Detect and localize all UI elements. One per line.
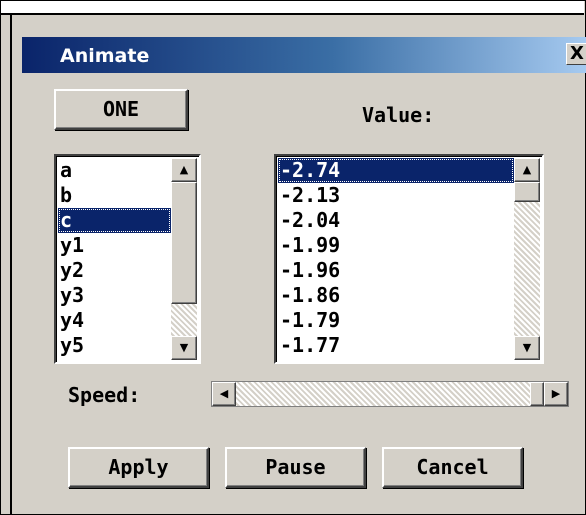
scroll-up-arrow-icon[interactable]: ▲ — [514, 158, 540, 182]
value-list: -2.74 -2.13 -2.04 -1.99 -1.96 -1.86 -1.79 -1.77 — [278, 158, 514, 358]
variable-list: a b c y1 y2 y3 y4 y5 — [58, 158, 171, 358]
speed-thumb[interactable] — [530, 382, 544, 406]
window-title: Animate — [60, 45, 150, 67]
scroll-thumb[interactable] — [171, 182, 197, 304]
scroll-thumb[interactable] — [514, 182, 540, 202]
scroll-up-arrow-icon[interactable]: ▲ — [171, 158, 197, 182]
list-item[interactable]: -2.74 — [278, 158, 514, 183]
cancel-button[interactable]: Cancel — [382, 447, 523, 488]
variable-listbox[interactable]: a b c y1 y2 y3 y4 y5 ▲ ▼ — [54, 154, 201, 364]
top-bar — [1, 1, 584, 15]
apply-button[interactable]: Apply — [68, 447, 209, 488]
list-item[interactable]: -1.99 — [278, 233, 514, 258]
list-item[interactable]: y3 — [58, 283, 171, 308]
list-item[interactable]: y1 — [58, 233, 171, 258]
list-item[interactable]: b — [58, 183, 171, 208]
list-item[interactable]: -1.77 — [278, 333, 514, 358]
scroll-down-arrow-icon[interactable]: ▼ — [171, 336, 197, 360]
list-item[interactable]: y5 — [58, 333, 171, 358]
speed-slider[interactable]: ◀ ▶ — [211, 381, 569, 407]
list-item[interactable]: -1.79 — [278, 308, 514, 333]
list-item[interactable]: y4 — [58, 308, 171, 333]
value-scrollbar[interactable]: ▲ ▼ — [514, 158, 540, 360]
list-item[interactable]: -2.04 — [278, 208, 514, 233]
list-item[interactable]: -1.86 — [278, 283, 514, 308]
scroll-down-arrow-icon[interactable]: ▼ — [514, 336, 540, 360]
speed-label: Speed: — [68, 383, 141, 407]
value-listbox[interactable]: -2.74 -2.13 -2.04 -1.99 -1.96 -1.86 -1.79 -1.77… — [274, 154, 544, 364]
value-label: Value: — [362, 103, 435, 127]
list-item[interactable]: y2 — [58, 258, 171, 283]
list-item[interactable]: c — [58, 208, 171, 233]
list-item[interactable]: -2.13 — [278, 183, 514, 208]
left-divider — [10, 15, 12, 515]
title-bar[interactable]: Animate X — [22, 37, 586, 73]
close-button[interactable]: X — [566, 43, 586, 65]
scroll-right-arrow-icon[interactable]: ▶ — [544, 382, 568, 406]
scroll-left-arrow-icon[interactable]: ◀ — [212, 382, 236, 406]
variable-button[interactable]: ONE — [54, 89, 188, 130]
variable-scrollbar[interactable]: ▲ ▼ — [171, 158, 197, 360]
list-item[interactable]: -1.96 — [278, 258, 514, 283]
pause-button[interactable]: Pause — [225, 447, 366, 488]
list-item[interactable]: a — [58, 158, 171, 183]
